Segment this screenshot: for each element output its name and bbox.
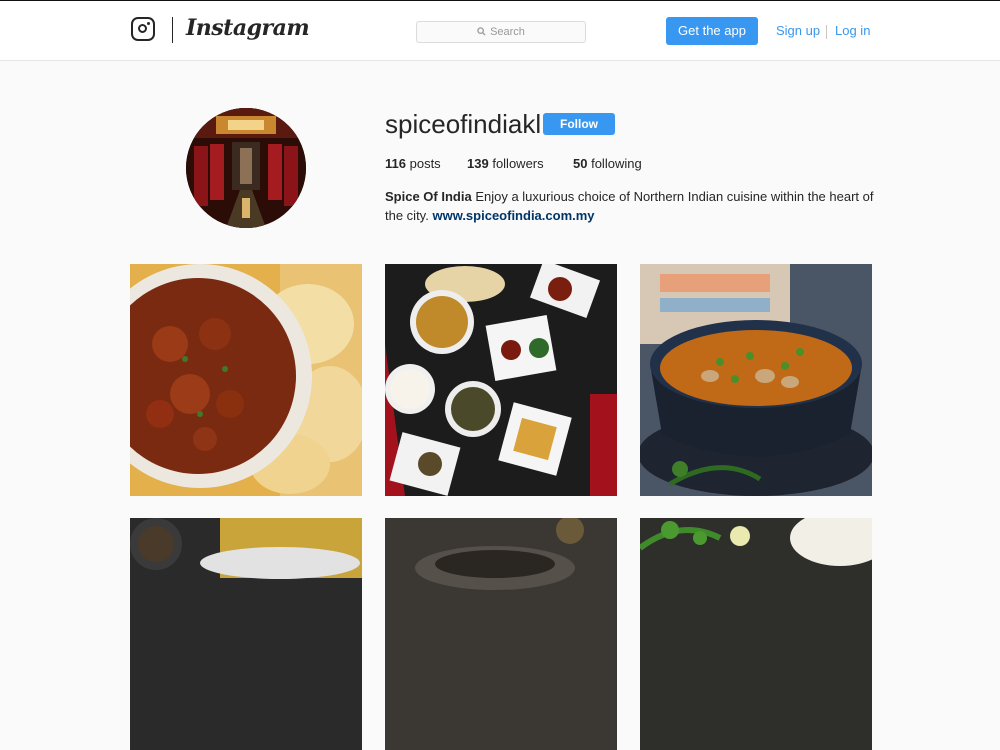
bio-name: Spice Of India — [385, 189, 472, 204]
thali-spread-image — [385, 264, 617, 496]
profile-username: spiceofindiakl — [385, 109, 542, 139]
instagram-wordmark[interactable]: Instagram — [186, 15, 310, 41]
bio-website-link[interactable]: www.spiceofindia.com.my — [432, 208, 594, 223]
posts-label: posts — [409, 156, 441, 171]
log-in-link[interactable]: Log in — [835, 23, 870, 38]
followers-count: 139 — [467, 156, 489, 171]
dish-in-pan-image — [385, 518, 617, 750]
following-label: following — [591, 156, 642, 171]
butter-chicken-image — [130, 264, 362, 496]
spice-bowl-image — [130, 518, 362, 750]
post-thumbnail[interactable] — [130, 518, 362, 750]
posts-count: 116 — [385, 156, 406, 171]
following-stat[interactable]: 50 following — [573, 156, 642, 171]
search-placeholder: Search — [490, 26, 525, 38]
instagram-camera-icon[interactable] — [131, 17, 155, 41]
pea-mushroom-curry-image — [640, 264, 872, 496]
profile-avatar[interactable] — [186, 108, 306, 228]
post-thumbnail[interactable] — [385, 264, 617, 496]
rice-herbs-image — [640, 518, 872, 750]
get-the-app-button[interactable]: Get the app — [666, 17, 758, 45]
profile-bio: Spice Of India Enjoy a luxurious choice … — [385, 187, 875, 225]
logo-divider — [172, 17, 173, 43]
followers-stat[interactable]: 139 followers — [467, 156, 544, 171]
post-thumbnail[interactable] — [130, 264, 362, 496]
search-icon — [477, 26, 486, 36]
following-count: 50 — [573, 156, 588, 171]
followers-label: followers — [492, 156, 544, 171]
post-thumbnail[interactable] — [385, 518, 617, 750]
auth-divider — [826, 25, 827, 39]
top-nav: Instagram Search Get the app Sign up Log… — [0, 1, 1000, 61]
posts-stat: 116 posts — [385, 156, 441, 171]
post-thumbnail[interactable] — [640, 518, 872, 750]
follow-button[interactable]: Follow — [543, 113, 615, 135]
search-input[interactable]: Search — [416, 21, 586, 43]
post-thumbnail[interactable] — [640, 264, 872, 496]
sign-up-link[interactable]: Sign up — [776, 23, 820, 38]
